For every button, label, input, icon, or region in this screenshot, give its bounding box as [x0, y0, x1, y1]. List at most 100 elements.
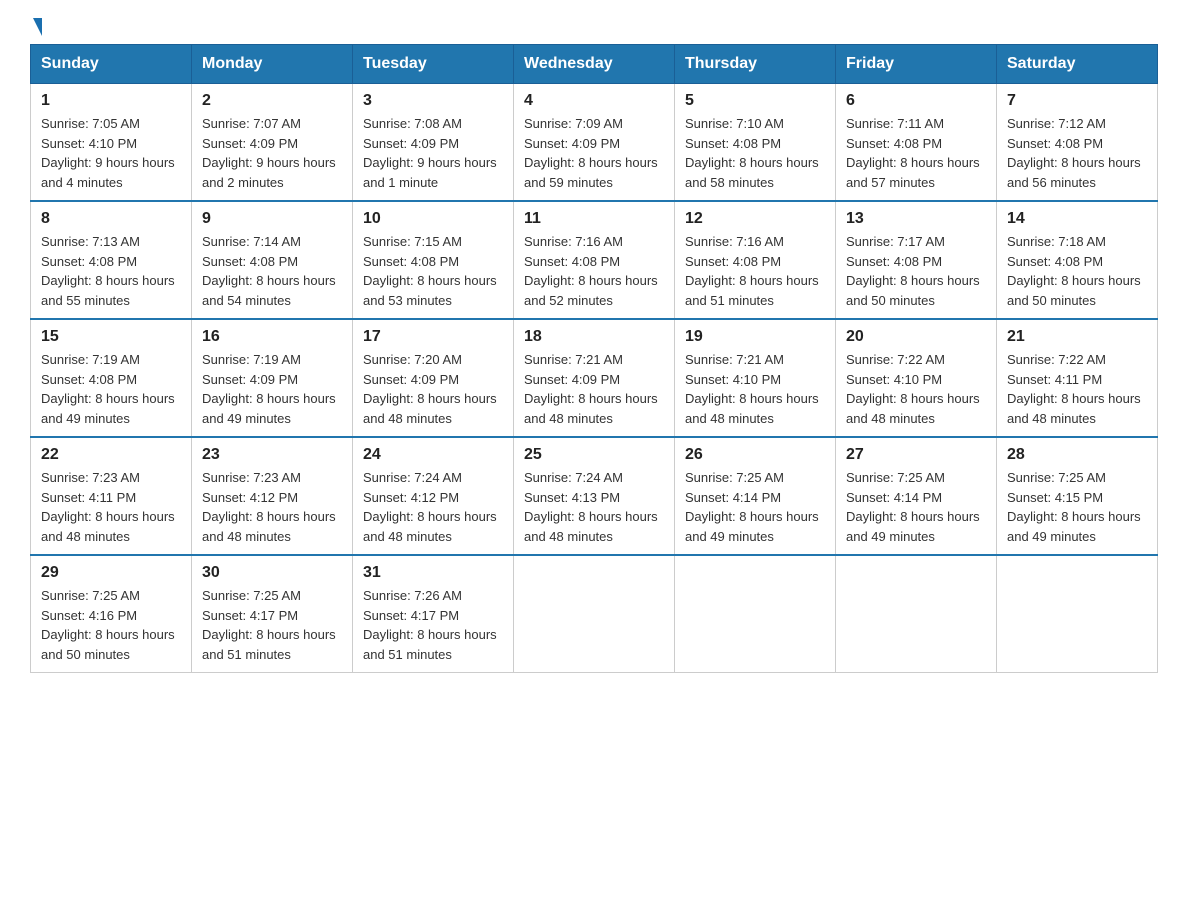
calendar-cell: 30 Sunrise: 7:25 AMSunset: 4:17 PMDayligh…	[192, 555, 353, 673]
day-number: 10	[363, 210, 503, 228]
day-info: Sunrise: 7:19 AMSunset: 4:09 PMDaylight:…	[202, 350, 342, 428]
day-info: Sunrise: 7:08 AMSunset: 4:09 PMDaylight:…	[363, 114, 503, 192]
calendar-cell	[836, 555, 997, 673]
day-number: 18	[524, 328, 664, 346]
day-number: 21	[1007, 328, 1147, 346]
day-number: 6	[846, 92, 986, 110]
day-number: 20	[846, 328, 986, 346]
day-info: Sunrise: 7:23 AMSunset: 4:12 PMDaylight:…	[202, 468, 342, 546]
calendar-cell: 13 Sunrise: 7:17 AMSunset: 4:08 PMDayligh…	[836, 201, 997, 319]
day-info: Sunrise: 7:05 AMSunset: 4:10 PMDaylight:…	[41, 114, 181, 192]
logo	[30, 20, 42, 34]
day-number: 28	[1007, 446, 1147, 464]
calendar-cell: 2 Sunrise: 7:07 AMSunset: 4:09 PMDaylight…	[192, 84, 353, 202]
day-info: Sunrise: 7:16 AMSunset: 4:08 PMDaylight:…	[524, 232, 664, 310]
calendar-cell: 3 Sunrise: 7:08 AMSunset: 4:09 PMDaylight…	[353, 84, 514, 202]
page-header	[30, 20, 1158, 34]
day-info: Sunrise: 7:21 AMSunset: 4:10 PMDaylight:…	[685, 350, 825, 428]
calendar-week-row: 29 Sunrise: 7:25 AMSunset: 4:16 PMDayligh…	[31, 555, 1158, 673]
day-number: 29	[41, 564, 181, 582]
calendar-cell: 31 Sunrise: 7:26 AMSunset: 4:17 PMDayligh…	[353, 555, 514, 673]
calendar-cell: 18 Sunrise: 7:21 AMSunset: 4:09 PMDayligh…	[514, 319, 675, 437]
day-info: Sunrise: 7:21 AMSunset: 4:09 PMDaylight:…	[524, 350, 664, 428]
logo-arrow-icon	[33, 18, 42, 36]
calendar-cell: 14 Sunrise: 7:18 AMSunset: 4:08 PMDayligh…	[997, 201, 1158, 319]
day-number: 13	[846, 210, 986, 228]
calendar-week-row: 15 Sunrise: 7:19 AMSunset: 4:08 PMDayligh…	[31, 319, 1158, 437]
day-number: 4	[524, 92, 664, 110]
calendar-cell: 27Sunrise: 7:25 AMSunset: 4:14 PMDayligh…	[836, 437, 997, 555]
day-number: 24	[363, 446, 503, 464]
day-info: Sunrise: 7:25 AMSunset: 4:14 PMDaylight:…	[846, 468, 986, 546]
calendar-cell	[675, 555, 836, 673]
calendar-cell: 19 Sunrise: 7:21 AMSunset: 4:10 PMDayligh…	[675, 319, 836, 437]
calendar-week-row: 8 Sunrise: 7:13 AMSunset: 4:08 PMDaylight…	[31, 201, 1158, 319]
day-number: 1	[41, 92, 181, 110]
day-number: 17	[363, 328, 503, 346]
day-number: 8	[41, 210, 181, 228]
day-info: Sunrise: 7:25 AMSunset: 4:17 PMDaylight:…	[202, 586, 342, 664]
day-info: Sunrise: 7:24 AMSunset: 4:13 PMDaylight:…	[524, 468, 664, 546]
calendar-cell: 9 Sunrise: 7:14 AMSunset: 4:08 PMDaylight…	[192, 201, 353, 319]
day-info: Sunrise: 7:10 AMSunset: 4:08 PMDaylight:…	[685, 114, 825, 192]
day-number: 25	[524, 446, 664, 464]
calendar-week-row: 1 Sunrise: 7:05 AMSunset: 4:10 PMDaylight…	[31, 84, 1158, 202]
calendar-cell: 7 Sunrise: 7:12 AMSunset: 4:08 PMDaylight…	[997, 84, 1158, 202]
calendar-cell: 16 Sunrise: 7:19 AMSunset: 4:09 PMDayligh…	[192, 319, 353, 437]
day-number: 3	[363, 92, 503, 110]
day-number: 22	[41, 446, 181, 464]
day-number: 31	[363, 564, 503, 582]
day-info: Sunrise: 7:14 AMSunset: 4:08 PMDaylight:…	[202, 232, 342, 310]
day-info: Sunrise: 7:09 AMSunset: 4:09 PMDaylight:…	[524, 114, 664, 192]
day-number: 2	[202, 92, 342, 110]
calendar-cell: 1 Sunrise: 7:05 AMSunset: 4:10 PMDaylight…	[31, 84, 192, 202]
calendar-cell: 15 Sunrise: 7:19 AMSunset: 4:08 PMDayligh…	[31, 319, 192, 437]
day-info: Sunrise: 7:22 AMSunset: 4:10 PMDaylight:…	[846, 350, 986, 428]
calendar-cell: 21 Sunrise: 7:22 AMSunset: 4:11 PMDayligh…	[997, 319, 1158, 437]
day-number: 30	[202, 564, 342, 582]
calendar-week-row: 22Sunrise: 7:23 AMSunset: 4:11 PMDayligh…	[31, 437, 1158, 555]
calendar-cell	[514, 555, 675, 673]
day-info: Sunrise: 7:07 AMSunset: 4:09 PMDaylight:…	[202, 114, 342, 192]
day-info: Sunrise: 7:26 AMSunset: 4:17 PMDaylight:…	[363, 586, 503, 664]
day-info: Sunrise: 7:18 AMSunset: 4:08 PMDaylight:…	[1007, 232, 1147, 310]
day-info: Sunrise: 7:25 AMSunset: 4:16 PMDaylight:…	[41, 586, 181, 664]
calendar-cell: 25 Sunrise: 7:24 AMSunset: 4:13 PMDayligh…	[514, 437, 675, 555]
day-info: Sunrise: 7:24 AMSunset: 4:12 PMDaylight:…	[363, 468, 503, 546]
day-info: Sunrise: 7:11 AMSunset: 4:08 PMDaylight:…	[846, 114, 986, 192]
calendar-cell: 11Sunrise: 7:16 AMSunset: 4:08 PMDayligh…	[514, 201, 675, 319]
day-info: Sunrise: 7:25 AMSunset: 4:15 PMDaylight:…	[1007, 468, 1147, 546]
calendar-cell: 5Sunrise: 7:10 AMSunset: 4:08 PMDaylight…	[675, 84, 836, 202]
calendar-cell: 28 Sunrise: 7:25 AMSunset: 4:15 PMDayligh…	[997, 437, 1158, 555]
calendar-cell: 23 Sunrise: 7:23 AMSunset: 4:12 PMDayligh…	[192, 437, 353, 555]
weekday-header-monday: Monday	[192, 45, 353, 84]
weekday-header-sunday: Sunday	[31, 45, 192, 84]
weekday-header-tuesday: Tuesday	[353, 45, 514, 84]
day-number: 15	[41, 328, 181, 346]
calendar-cell: 8 Sunrise: 7:13 AMSunset: 4:08 PMDaylight…	[31, 201, 192, 319]
day-info: Sunrise: 7:19 AMSunset: 4:08 PMDaylight:…	[41, 350, 181, 428]
day-number: 9	[202, 210, 342, 228]
day-info: Sunrise: 7:17 AMSunset: 4:08 PMDaylight:…	[846, 232, 986, 310]
calendar-cell: 29 Sunrise: 7:25 AMSunset: 4:16 PMDayligh…	[31, 555, 192, 673]
day-info: Sunrise: 7:25 AMSunset: 4:14 PMDaylight:…	[685, 468, 825, 546]
day-number: 12	[685, 210, 825, 228]
day-info: Sunrise: 7:13 AMSunset: 4:08 PMDaylight:…	[41, 232, 181, 310]
day-number: 19	[685, 328, 825, 346]
calendar-cell: 6 Sunrise: 7:11 AMSunset: 4:08 PMDaylight…	[836, 84, 997, 202]
calendar-cell: 10Sunrise: 7:15 AMSunset: 4:08 PMDayligh…	[353, 201, 514, 319]
day-number: 7	[1007, 92, 1147, 110]
calendar-cell: 24 Sunrise: 7:24 AMSunset: 4:12 PMDayligh…	[353, 437, 514, 555]
weekday-header-friday: Friday	[836, 45, 997, 84]
day-info: Sunrise: 7:16 AMSunset: 4:08 PMDaylight:…	[685, 232, 825, 310]
day-number: 16	[202, 328, 342, 346]
calendar-cell: 12 Sunrise: 7:16 AMSunset: 4:08 PMDayligh…	[675, 201, 836, 319]
weekday-header-row: SundayMondayTuesdayWednesdayThursdayFrid…	[31, 45, 1158, 84]
day-info: Sunrise: 7:12 AMSunset: 4:08 PMDaylight:…	[1007, 114, 1147, 192]
calendar-cell: 26Sunrise: 7:25 AMSunset: 4:14 PMDayligh…	[675, 437, 836, 555]
calendar-cell: 4 Sunrise: 7:09 AMSunset: 4:09 PMDaylight…	[514, 84, 675, 202]
day-info: Sunrise: 7:22 AMSunset: 4:11 PMDaylight:…	[1007, 350, 1147, 428]
day-number: 14	[1007, 210, 1147, 228]
day-number: 23	[202, 446, 342, 464]
weekday-header-saturday: Saturday	[997, 45, 1158, 84]
